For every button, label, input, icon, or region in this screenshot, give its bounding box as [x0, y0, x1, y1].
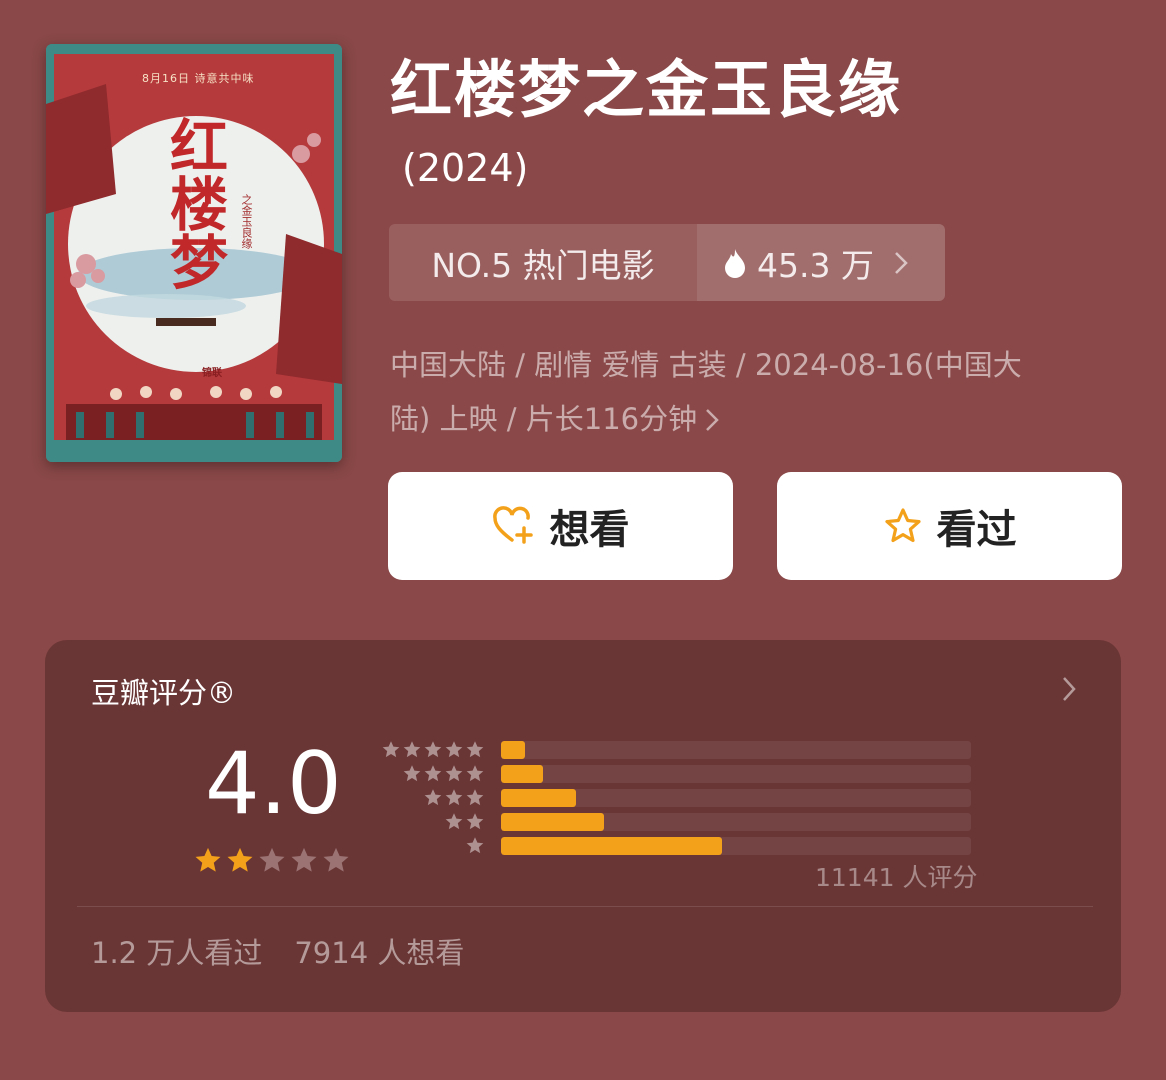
distribution-bar [501, 741, 525, 759]
distribution-bar [501, 789, 577, 807]
star-small-icon [445, 741, 463, 758]
star-small-icon [382, 741, 400, 758]
distribution-bar-track [501, 741, 971, 759]
star-empty-icon [323, 847, 349, 872]
want-to-watch-label: 想看 [549, 507, 630, 553]
want-to-watch-button[interactable]: 想看 [388, 472, 733, 580]
star-small-icon [466, 765, 484, 782]
star-filled-icon [227, 847, 253, 872]
poster-studio: 锦联 [202, 368, 222, 379]
heat-value: 45.3 万 [757, 245, 874, 285]
star-small-icon [466, 789, 484, 806]
meta-line-1: 中国大陆 / 剧情 爱情 古装 / 2024-08-16(中国大 [390, 348, 1022, 382]
star-small-icon [403, 765, 421, 782]
heart-plus-icon [492, 506, 536, 546]
distribution-bar-track [501, 837, 971, 855]
chevron-right-icon [705, 395, 719, 449]
distribution-row-3-star [381, 788, 971, 808]
star-empty-icon [291, 847, 317, 872]
rank-label[interactable]: NO.5 热门电影 [389, 224, 697, 301]
distribution-stars [423, 788, 485, 808]
rating-stats: 1.2 万人看过 7914 人想看 [91, 930, 464, 972]
distribution-row-1-star [381, 836, 971, 856]
movie-meta[interactable]: 中国大陆 / 剧情 爱情 古装 / 2024-08-16(中国大 陆) 上映 /… [390, 338, 1130, 449]
star-small-icon [445, 789, 463, 806]
movie-poster[interactable]: 8月16日 诗意共中味 红楼梦 之金玉良缘 锦联 [46, 44, 342, 462]
star-small-icon [424, 789, 442, 806]
rating-score: 4.0 [205, 734, 342, 834]
star-small-icon [424, 741, 442, 758]
distribution-bar [501, 813, 605, 831]
distribution-bar [501, 837, 722, 855]
star-small-icon [445, 765, 463, 782]
movie-title: 红楼梦之金玉良缘 [390, 53, 903, 126]
divider [77, 906, 1093, 907]
flame-icon [723, 248, 747, 278]
distribution-bar-track [501, 813, 971, 831]
star-empty-icon [259, 847, 285, 872]
rating-card-title: 豆瓣评分® [91, 676, 237, 710]
distribution-stars [381, 740, 485, 760]
distribution-bar-track [501, 765, 971, 783]
distribution-bar [501, 765, 544, 783]
rank-pill[interactable]: NO.5 热门电影 45.3 万 [389, 224, 945, 301]
heat-indicator[interactable]: 45.3 万 [697, 224, 945, 301]
rating-stars [193, 846, 351, 876]
poster-subtitle: 之金玉良缘 [240, 194, 253, 249]
distribution-bar-track [501, 789, 971, 807]
poster-date-text: 8月16日 诗意共中味 [142, 72, 255, 85]
chevron-right-icon[interactable] [1061, 676, 1077, 702]
distribution-stars [402, 764, 485, 784]
star-small-icon [466, 837, 484, 854]
watched-label: 看过 [936, 507, 1017, 553]
meta-line-2-wrap: 陆) 上映 / 片长116分钟 [390, 392, 1130, 449]
distribution-row-5-star [381, 740, 971, 760]
star-small-icon [403, 741, 421, 758]
wishlist-count: 7914 人想看 [294, 936, 465, 970]
movie-year: (2024) [402, 146, 529, 190]
rating-count: 11141 人评分 [815, 863, 978, 892]
star-small-icon [445, 813, 463, 830]
distribution-stars [444, 812, 485, 832]
chevron-right-icon [894, 251, 908, 275]
distribution-stars [465, 836, 485, 856]
distribution-row-2-star [381, 812, 971, 832]
rating-card[interactable]: 豆瓣评分® 4.0 11141 人评分 1.2 万人看过 7914 人想看 [45, 640, 1121, 1012]
distribution-row-4-star [381, 764, 971, 784]
watched-button[interactable]: 看过 [777, 472, 1122, 580]
star-outline-icon [883, 506, 923, 546]
star-filled-icon [195, 847, 221, 872]
meta-line-2: 陆) 上映 / 片长116分钟 [390, 402, 698, 436]
watched-count: 1.2 万人看过 [91, 936, 263, 970]
star-small-icon [466, 741, 484, 758]
star-small-icon [424, 765, 442, 782]
poster-calligraphy: 红楼梦 [160, 116, 228, 290]
star-small-icon [466, 813, 484, 830]
